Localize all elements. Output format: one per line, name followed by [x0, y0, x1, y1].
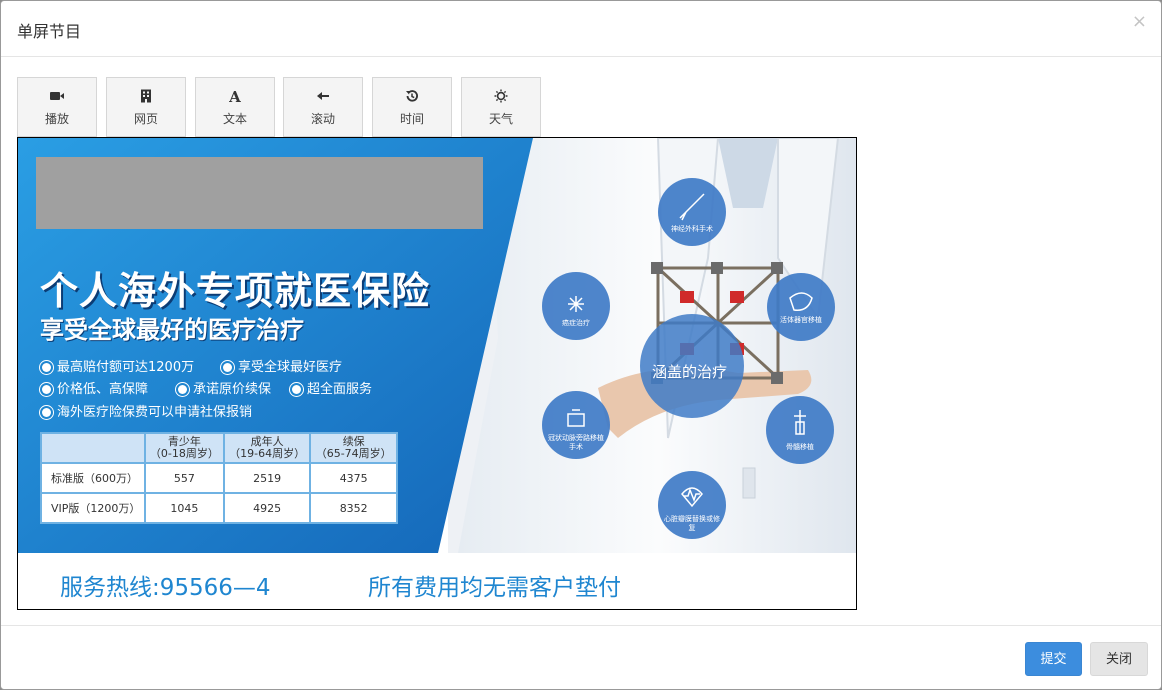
table-cell: 标准版（600万） [40, 462, 146, 494]
ad-subhead: 享受全球最好的医疗治疗 [40, 316, 304, 344]
price-table-header-row: 青少年 （0-18周岁） 成年人 （19-64周岁） 续保 （65-74周岁） [40, 432, 398, 464]
dialog-title: 单屏节目 [17, 22, 82, 41]
webpage-tool-label: 网页 [133, 112, 158, 126]
play-tool-button[interactable]: 播放 [17, 77, 97, 137]
coat-button [742, 467, 756, 499]
table-cell: 1045 [144, 492, 225, 524]
screen-preview-canvas[interactable]: 个人海外专项就医保险 享受全球最好的医疗治疗 最高赔付额可达1200万 享受全球… [17, 137, 857, 610]
arrow-left-icon [284, 88, 362, 108]
webpage-tool-button[interactable]: 网页 [106, 77, 186, 137]
play-tool-label: 播放 [44, 112, 69, 126]
table-row: 标准版（600万） 557 2519 4375 [40, 462, 398, 494]
building-icon [107, 88, 185, 108]
dialog-header: 单屏节目 × [1, 1, 1161, 57]
no-prepay-slogan: 所有费用均无需客户垫付 [368, 575, 621, 601]
price-table: 青少年 （0-18周岁） 成年人 （19-64周岁） 续保 （65-74周岁） 标准版… [40, 432, 398, 524]
treatment-label-cancer: 癌症治疗 [562, 319, 590, 327]
sun-icon [462, 88, 540, 108]
table-cell: 4375 [309, 462, 398, 494]
font-icon: A [196, 88, 274, 108]
price-table-header-blank [40, 432, 146, 464]
submit-button[interactable]: 提交 [1025, 642, 1082, 676]
bullet-low-price: 价格低、高保障 [42, 378, 148, 397]
treatment-label-organ-transplant: 活体器官移植 [780, 316, 822, 324]
price-table-header-adult: 成年人 （19-64周岁） [222, 432, 312, 464]
treatment-label-bone-marrow: 骨髓移植 [786, 443, 814, 451]
table-cell: 2519 [222, 462, 312, 494]
price-table-header-renewal: 续保 （65-74周岁） [309, 432, 398, 464]
history-icon [373, 88, 451, 108]
video-camera-icon [18, 88, 96, 108]
time-tool-label: 时间 [399, 112, 424, 126]
service-hotline: 服务热线:95566—4 [60, 575, 271, 601]
bullet-social-insurance: 海外医疗险保费可以申请社保报销 [42, 401, 252, 420]
text-tool-label: 文本 [222, 112, 247, 126]
treatment-label-heart-valve: 心脏瓣膜替换或修复 [664, 515, 720, 532]
treatment-label-neurosurgery: 神经外科手术 [671, 225, 713, 233]
svg-text:A: A [228, 89, 241, 103]
table-row: VIP版（1200万） 1045 4925 8352 [40, 492, 398, 524]
time-tool-button[interactable]: 时间 [372, 77, 452, 137]
placeholder-block [36, 157, 483, 229]
table-cell: 8352 [309, 492, 398, 524]
bullet-full-service: 超全面服务 [292, 378, 372, 397]
single-screen-program-dialog: 单屏节目 × 播放 网页 A 文本 滚动 时间 天气 个人海外专项就医保险 享受… [0, 0, 1162, 690]
table-cell: 4925 [222, 492, 312, 524]
price-table-header-youth: 青少年 （0-18周岁） [144, 432, 225, 464]
text-tool-button[interactable]: A 文本 [195, 77, 275, 137]
scroll-tool-button[interactable]: 滚动 [283, 77, 363, 137]
dialog-footer: 提交 关闭 [1, 625, 1161, 689]
covered-treatments-label: 涵盖的治疗 [652, 363, 728, 381]
ad-headline: 个人海外专项就医保险 [40, 269, 431, 313]
close-icon[interactable]: × [1132, 11, 1147, 32]
close-button[interactable]: 关闭 [1090, 642, 1148, 676]
weather-tool-label: 天气 [488, 112, 513, 126]
table-cell: VIP版（1200万） [40, 492, 146, 524]
table-cell: 557 [144, 462, 225, 494]
weather-tool-button[interactable]: 天气 [461, 77, 541, 137]
bullet-max-payout: 最高赔付额可达1200万 [42, 356, 194, 375]
bullet-renewal: 承诺原价续保 [178, 378, 271, 397]
bullet-global-care: 享受全球最好医疗 [223, 356, 342, 375]
scroll-tool-label: 滚动 [310, 112, 335, 126]
treatment-label-cabg: 冠状动脉旁路移植手术 [548, 434, 604, 451]
